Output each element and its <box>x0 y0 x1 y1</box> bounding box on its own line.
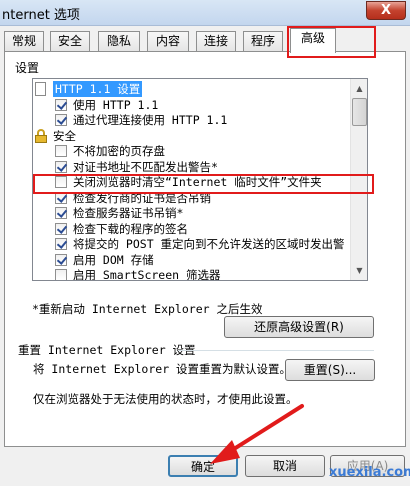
tree-row-label: 不将加密的页存盘 <box>73 144 165 158</box>
window-title: nternet 选项 <box>2 8 80 23</box>
tree-row-label: 检查下载的程序的签名 <box>73 221 188 236</box>
tree-row-label: 启用 DOM 存储 <box>73 252 154 267</box>
internet-options-dialog: nternet 选项 X 常规 安全 隐私 内容 连接 程序 高级 设置 HTT… <box>0 0 410 486</box>
checkbox-checked[interactable] <box>55 253 67 266</box>
tree-row-label: 对证书地址不匹配发出警告* <box>73 159 218 174</box>
tree-row-label: 通过代理连接使用 HTTP 1.1 <box>73 113 228 127</box>
advanced-tab-annotation-box <box>287 26 376 58</box>
reset-group-title: 重置 Internet Explorer 设置 <box>18 343 196 357</box>
checkbox-checked[interactable] <box>55 114 67 126</box>
lock-icon <box>35 128 47 143</box>
checkbox-unchecked[interactable] <box>55 145 67 157</box>
tab-connections[interactable]: 连接 <box>196 31 236 52</box>
checkbox-checked[interactable] <box>55 238 67 250</box>
tree-row-label: 启用 SmartScreen 筛选器 <box>73 268 221 281</box>
reset-description: 将 Internet Explorer 设置重置为默认设置。 <box>33 362 292 376</box>
checkbox-checked[interactable] <box>55 207 67 219</box>
scroll-up-arrow-icon[interactable]: ▲ <box>352 80 367 97</box>
tab-security[interactable]: 安全 <box>50 31 90 52</box>
tab-content[interactable]: 内容 <box>147 31 189 52</box>
checkbox-checked[interactable] <box>55 98 67 111</box>
tree-row-label: 使用 HTTP 1.1 <box>73 97 159 112</box>
clear-temp-files-annotation-box <box>33 174 374 194</box>
group-divider <box>178 350 374 351</box>
tree-row-label: 将提交的 POST 重定向到不允许发送的区域时发出警 <box>73 237 345 251</box>
close-button[interactable]: X <box>366 1 406 20</box>
tab-privacy[interactable]: 隐私 <box>98 31 140 52</box>
restart-note: *重新启动 Internet Explorer 之后生效 <box>32 302 263 316</box>
document-icon <box>35 82 46 96</box>
tree-row-label: HTTP 1.1 设置 <box>53 81 143 97</box>
checkbox-checked[interactable] <box>55 222 67 235</box>
settings-label: 设置 <box>15 61 40 75</box>
reset-button[interactable]: 重置(S)... <box>285 359 375 381</box>
tree-row-label: 检查服务器证书吊销* <box>73 206 184 220</box>
restore-advanced-button[interactable]: 还原高级设置(R) <box>224 316 374 338</box>
title-bar: nternet 选项 X <box>0 0 410 26</box>
tab-general[interactable]: 常规 <box>4 31 44 52</box>
watermark: xuexila.com <box>329 465 410 480</box>
checkbox-unchecked[interactable] <box>55 269 67 280</box>
tree-row-label: 安全 <box>53 128 76 143</box>
checkbox-checked[interactable] <box>55 160 67 173</box>
tab-programs[interactable]: 程序 <box>243 31 283 52</box>
scroll-down-arrow-icon[interactable]: ▼ <box>352 262 367 279</box>
scroll-thumb[interactable] <box>352 98 367 126</box>
annotation-arrow-icon <box>210 404 304 464</box>
